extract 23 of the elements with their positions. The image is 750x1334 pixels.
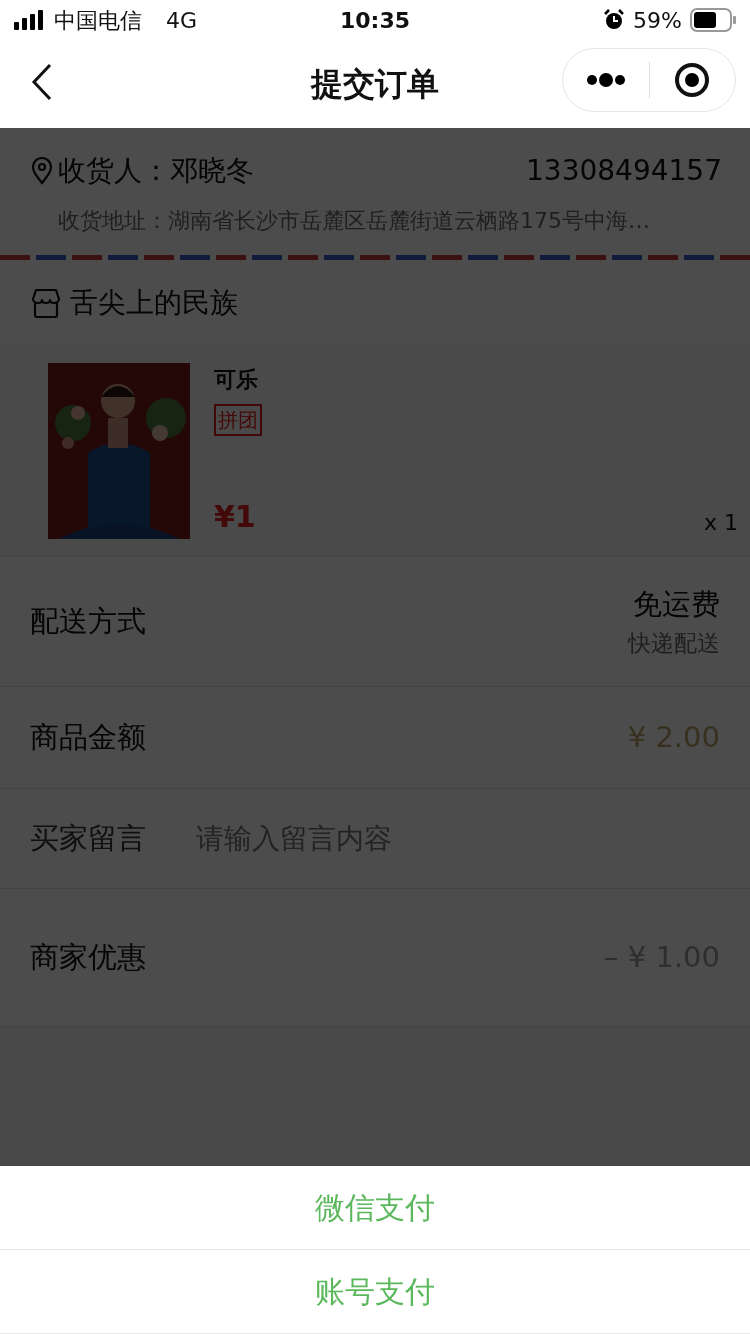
signal-icon: [14, 10, 46, 30]
battery-percent: 59%: [633, 6, 682, 35]
target-icon: [674, 62, 711, 98]
phone-number: 13308494157: [526, 153, 722, 189]
row-label: 商家优惠: [30, 938, 146, 976]
alarm-icon: [603, 9, 626, 31]
carrier-name: 中国电信: [54, 6, 142, 35]
row-label: 商品金额: [30, 718, 146, 756]
back-button[interactable]: [30, 62, 54, 102]
recipient-name: 收货人：邓晓冬: [58, 153, 254, 189]
back-icon: [30, 62, 54, 102]
page-title: 提交订单: [311, 64, 439, 105]
network-type: 4G: [166, 6, 198, 35]
row-label: 买家留言: [30, 819, 146, 857]
product-price: ¥1: [214, 498, 256, 536]
shipping-fee: 免运费: [632, 585, 720, 623]
row-label: 配送方式: [30, 602, 146, 640]
clock: 10:35: [339, 6, 411, 35]
battery-icon: [690, 8, 736, 32]
shop-name: 舌尖上的民族: [70, 284, 238, 321]
product-quantity: x 1: [704, 509, 738, 537]
more-icon: [585, 73, 626, 87]
product-name: 可乐: [214, 366, 259, 394]
